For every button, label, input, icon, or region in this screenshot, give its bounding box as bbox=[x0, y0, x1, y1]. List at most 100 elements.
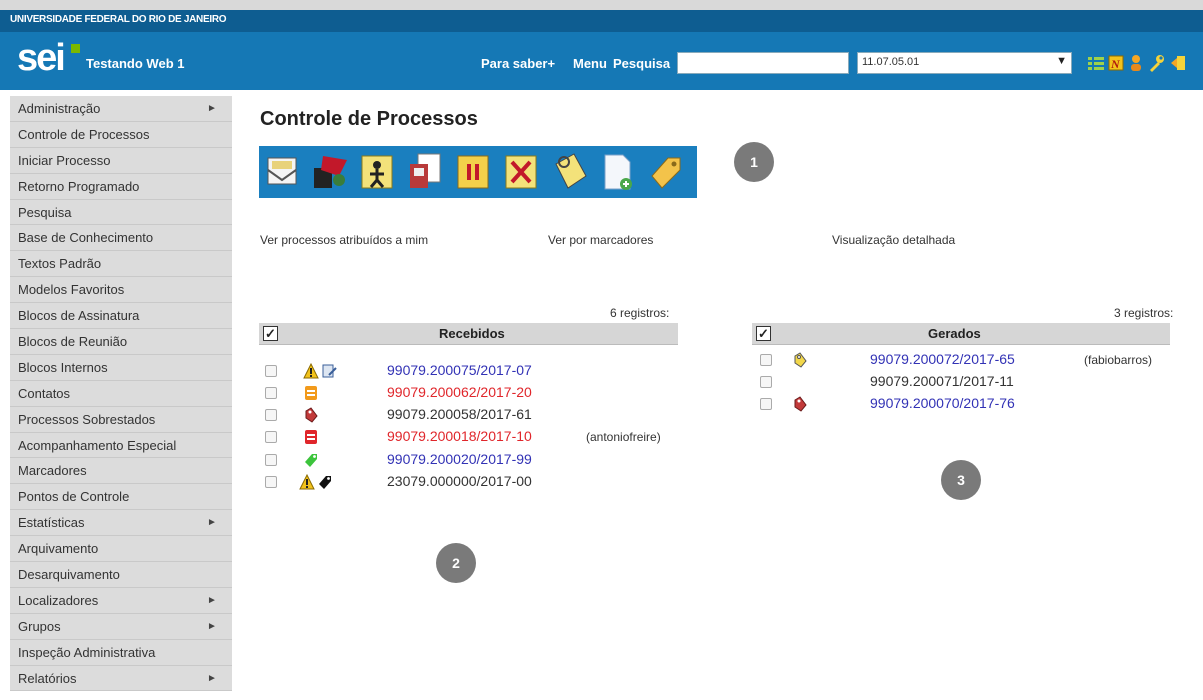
row-checkbox[interactable] bbox=[265, 431, 277, 443]
annotation-icon[interactable] bbox=[548, 150, 590, 194]
sidebar-item-blocos-internos[interactable]: Blocos Internos bbox=[10, 354, 232, 381]
black-tag-icon bbox=[319, 476, 331, 489]
row-checkbox[interactable] bbox=[265, 365, 277, 377]
sidebar-item-retorno-programado[interactable]: Retorno Programado bbox=[10, 173, 232, 200]
sidebar-item-iniciar-processo[interactable]: Iniciar Processo bbox=[10, 147, 232, 174]
sidebar-item-label: Base de Conhecimento bbox=[18, 230, 154, 246]
notes-icon[interactable]: N bbox=[1108, 54, 1124, 72]
sidebar-item-base-conhecimento[interactable]: Base de Conhecimento bbox=[10, 225, 232, 252]
received-table-header: ✓ Recebidos bbox=[259, 323, 678, 345]
table-row: 99079.200058/2017-61 bbox=[259, 406, 679, 428]
table-row: 99079.200075/2017-07 bbox=[259, 362, 679, 384]
sidebar-item-label: Desarquivamento bbox=[18, 567, 120, 583]
link-visualizacao-detalhada[interactable]: Visualização detalhada bbox=[832, 233, 955, 247]
sidebar-item-inspecao-administrativa[interactable]: Inspeção Administrativa bbox=[10, 639, 232, 666]
sidebar-item-controle-processos[interactable]: Controle de Processos bbox=[10, 121, 232, 148]
sidebar-item-label: Modelos Favoritos bbox=[18, 282, 125, 298]
received-count: 6 registros: bbox=[610, 306, 670, 320]
svg-text:N: N bbox=[1110, 57, 1121, 71]
sidebar-item-localizadores[interactable]: Localizadores ► bbox=[10, 587, 232, 614]
sidebar-item-blocos-reuniao[interactable]: Blocos de Reunião bbox=[10, 329, 232, 355]
table-row: 99079.200071/2017-11 bbox=[752, 373, 1172, 395]
sidebar-item-textos-padrao[interactable]: Textos Padrão bbox=[10, 251, 232, 278]
search-input[interactable] bbox=[677, 52, 849, 74]
sidebar-item-estatisticas[interactable]: Estatísticas ► bbox=[10, 510, 232, 537]
link-ver-atribuidos[interactable]: Ver processos atribuídos a mim bbox=[260, 233, 428, 247]
sidebar-item-label: Retorno Programado bbox=[18, 178, 140, 194]
process-link[interactable]: 99079.200075/2017-07 bbox=[387, 362, 532, 378]
table-row: 99079.200062/2017-20 bbox=[259, 384, 679, 406]
cancel-icon[interactable] bbox=[500, 150, 542, 194]
yellow-tag-icon bbox=[794, 352, 807, 368]
user-icon[interactable] bbox=[1128, 54, 1144, 72]
row-checkbox[interactable] bbox=[265, 387, 277, 399]
row-checkbox[interactable] bbox=[265, 409, 277, 421]
warning-icon bbox=[299, 474, 315, 490]
duplicate-icon[interactable] bbox=[404, 150, 446, 194]
row-checkbox[interactable] bbox=[265, 476, 277, 488]
sidebar-item-pesquisa[interactable]: Pesquisa bbox=[10, 199, 232, 226]
select-all-generated-checkbox[interactable]: ✓ bbox=[756, 326, 771, 341]
assign-user-icon[interactable] bbox=[356, 150, 398, 194]
page-title: Controle de Processos bbox=[260, 108, 478, 130]
process-link[interactable]: 99079.200071/2017-11 bbox=[870, 373, 1014, 389]
logo-text: sei bbox=[17, 37, 66, 79]
generated-table-header: ✓ Gerados bbox=[752, 323, 1170, 345]
sidebar-item-modelos-favoritos[interactable]: Modelos Favoritos bbox=[10, 277, 232, 304]
sidebar-item-label: Pontos de Controle bbox=[18, 489, 130, 505]
annotation-badge-2: 2 bbox=[436, 543, 476, 583]
sidebar-item-label: Grupos bbox=[18, 618, 61, 634]
row-checkbox[interactable] bbox=[760, 398, 772, 410]
sidebar-item-contatos[interactable]: Contatos bbox=[10, 380, 232, 407]
process-link[interactable]: 99079.200062/2017-20 bbox=[387, 384, 532, 400]
sidebar-item-label: Estatísticas bbox=[18, 515, 85, 531]
logo-dot bbox=[71, 44, 80, 53]
process-link[interactable]: 99079.200018/2017-10 bbox=[387, 428, 532, 444]
unit-select[interactable]: 11.07.05.01 ▼ bbox=[857, 52, 1072, 74]
row-checkbox[interactable] bbox=[760, 354, 772, 366]
suspend-icon[interactable] bbox=[452, 150, 494, 194]
link-ver-marcadores[interactable]: Ver por marcadores bbox=[548, 233, 653, 247]
sidebar-item-processos-sobrestados[interactable]: Processos Sobrestados bbox=[10, 406, 232, 433]
sei-logo[interactable]: sei bbox=[17, 37, 80, 79]
select-all-received-checkbox[interactable]: ✓ bbox=[263, 326, 278, 341]
window-top-strip bbox=[0, 0, 1203, 10]
sidebar-item-marcadores[interactable]: Marcadores bbox=[10, 458, 232, 485]
new-document-icon[interactable] bbox=[596, 150, 638, 194]
sidebar-item-relatorios[interactable]: Relatórios ► bbox=[10, 665, 232, 692]
sidebar-item-blocos-assinatura[interactable]: Blocos de Assinatura bbox=[10, 303, 232, 330]
submenu-arrow-icon: ► bbox=[207, 517, 217, 529]
annotation-badge-1: 1 bbox=[734, 142, 774, 182]
list-icon[interactable] bbox=[1088, 54, 1104, 72]
process-link[interactable]: 99079.200058/2017-61 bbox=[387, 406, 532, 422]
link-menu[interactable]: Menu bbox=[573, 56, 607, 71]
system-unit-name: Testando Web 1 bbox=[86, 56, 185, 71]
sidebar-menu: Administração ► Controle de Processos Ini… bbox=[10, 96, 232, 692]
wrench-icon[interactable] bbox=[1148, 54, 1164, 72]
submenu-arrow-icon: ► bbox=[207, 594, 217, 606]
tag-icon[interactable] bbox=[644, 150, 686, 194]
sidebar-item-arquivamento[interactable]: Arquivamento bbox=[10, 536, 232, 563]
link-para-saber[interactable]: Para saber+ bbox=[481, 56, 555, 71]
green-tag-icon bbox=[305, 454, 317, 467]
exit-icon[interactable] bbox=[1170, 54, 1186, 72]
edit-document-icon bbox=[322, 364, 337, 378]
process-link[interactable]: 99079.200020/2017-99 bbox=[387, 451, 532, 467]
sidebar-item-label: Marcadores bbox=[18, 463, 87, 479]
sidebar-item-label: Iniciar Processo bbox=[18, 152, 111, 168]
send-process-icon[interactable] bbox=[261, 150, 303, 194]
sidebar-item-pontos-controle[interactable]: Pontos de Controle bbox=[10, 484, 232, 511]
process-link[interactable]: 99079.200070/2017-76 bbox=[870, 395, 1015, 411]
process-link[interactable]: 23079.000000/2017-00 bbox=[387, 473, 532, 489]
row-checkbox[interactable] bbox=[760, 376, 772, 388]
row-checkbox[interactable] bbox=[265, 454, 277, 466]
sidebar-item-acompanhamento-especial[interactable]: Acompanhamento Especial bbox=[10, 432, 232, 459]
sidebar-item-grupos[interactable]: Grupos ► bbox=[10, 613, 232, 640]
attribute-process-icon[interactable] bbox=[309, 150, 351, 194]
sidebar-item-desarquivamento[interactable]: Desarquivamento bbox=[10, 562, 232, 588]
process-link[interactable]: 99079.200072/2017-65 bbox=[870, 351, 1015, 367]
sidebar-item-label: Contatos bbox=[18, 385, 71, 401]
link-pesquisa[interactable]: Pesquisa bbox=[613, 56, 670, 71]
sidebar-item-label: Localizadores bbox=[18, 592, 99, 608]
sidebar-item-administracao[interactable]: Administração ► bbox=[10, 96, 232, 122]
